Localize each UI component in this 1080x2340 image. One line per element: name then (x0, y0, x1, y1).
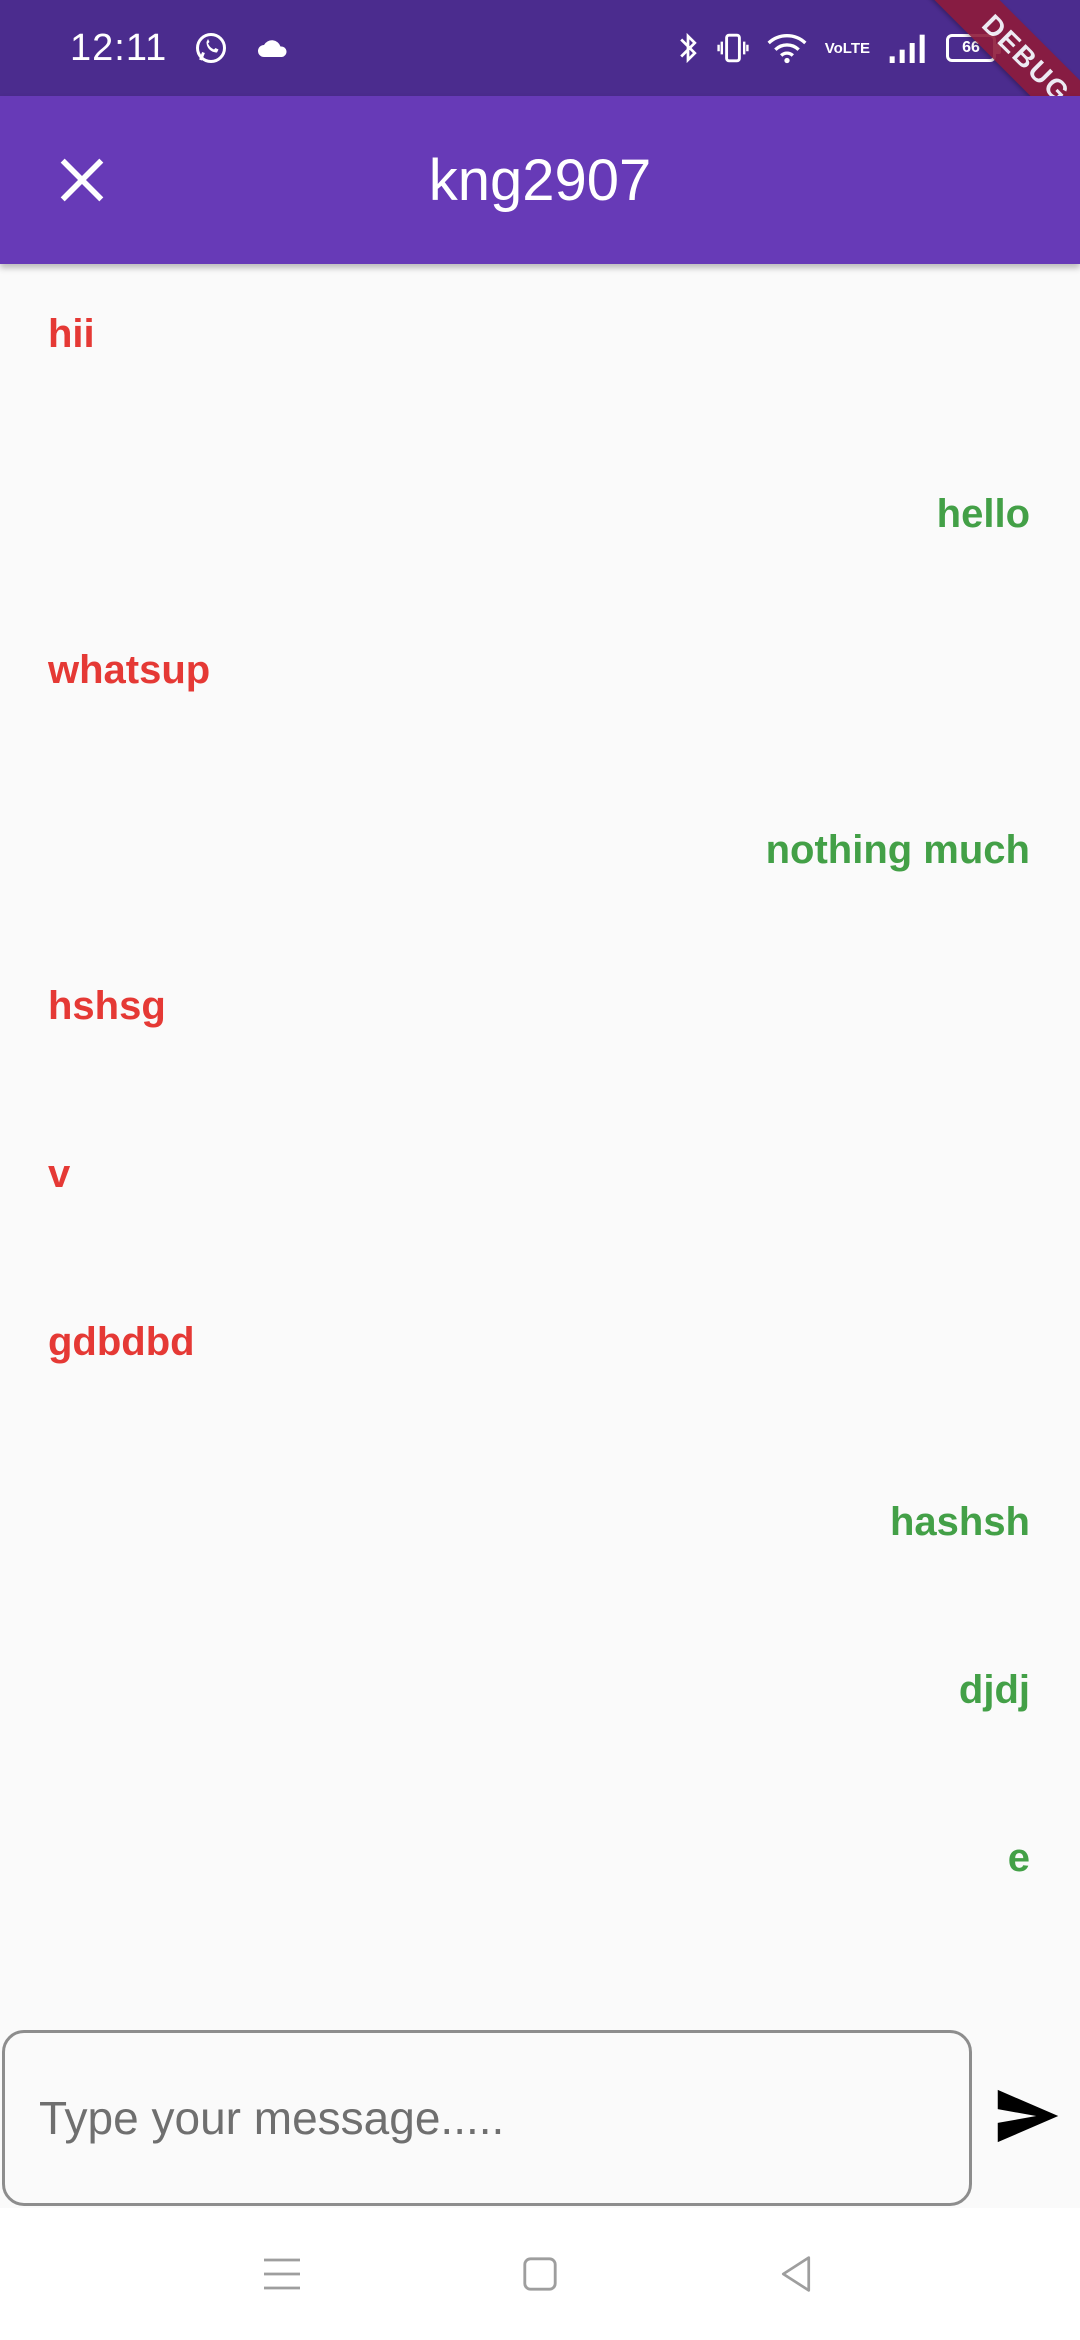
status-time: 12:11 (70, 26, 168, 69)
app-bar: kng2907 (0, 96, 1080, 264)
home-icon (523, 2257, 557, 2291)
home-button[interactable] (510, 2244, 570, 2304)
back-icon (781, 2256, 811, 2292)
volte-bottom-text: LTE (842, 39, 870, 57)
message-sent: hashsh (889, 1500, 1030, 1544)
message-sent: e (1007, 1836, 1030, 1880)
message-sent: nothing much (765, 828, 1030, 872)
message-received: hshsg (48, 984, 166, 1028)
send-icon (997, 2089, 1059, 2143)
message-received: gdbdbd (48, 1320, 195, 1364)
signal-icon (888, 33, 928, 63)
close-icon (60, 158, 104, 202)
send-button[interactable] (990, 2078, 1066, 2154)
status-left: 12:11 (70, 27, 291, 70)
message-received: hii (48, 312, 95, 356)
bluetooth-icon (677, 31, 699, 65)
message-list[interactable]: hii hello whatsup nothing much hshsg v g… (0, 264, 1080, 2024)
composer (0, 2030, 1080, 2208)
chat-title: kng2907 (428, 147, 652, 213)
wifi-icon (767, 32, 807, 64)
volte-top-text: Vo (824, 39, 843, 57)
menu-icon (264, 2258, 300, 2290)
status-bar: 12:11 Vo LTE 66 (0, 0, 1080, 96)
close-button[interactable] (38, 136, 126, 224)
message-received: whatsup (48, 648, 211, 692)
volte-icon: Vo LTE (825, 41, 870, 56)
chat-screen: 12:11 Vo LTE 66 DEBUG kng2907 hii hello … (0, 0, 1080, 2340)
back-button[interactable] (766, 2244, 826, 2304)
whatsapp-icon (193, 30, 229, 66)
system-nav-bar (0, 2208, 1080, 2340)
status-right: Vo LTE 66 (677, 31, 1001, 65)
message-input[interactable] (2, 2030, 972, 2206)
vibrate-icon (717, 32, 749, 64)
recent-apps-button[interactable] (252, 2244, 312, 2304)
message-sent: djdj (958, 1668, 1030, 1712)
cloud-icon (255, 35, 291, 61)
message-sent: hello (936, 492, 1030, 536)
message-received: v (48, 1152, 71, 1196)
